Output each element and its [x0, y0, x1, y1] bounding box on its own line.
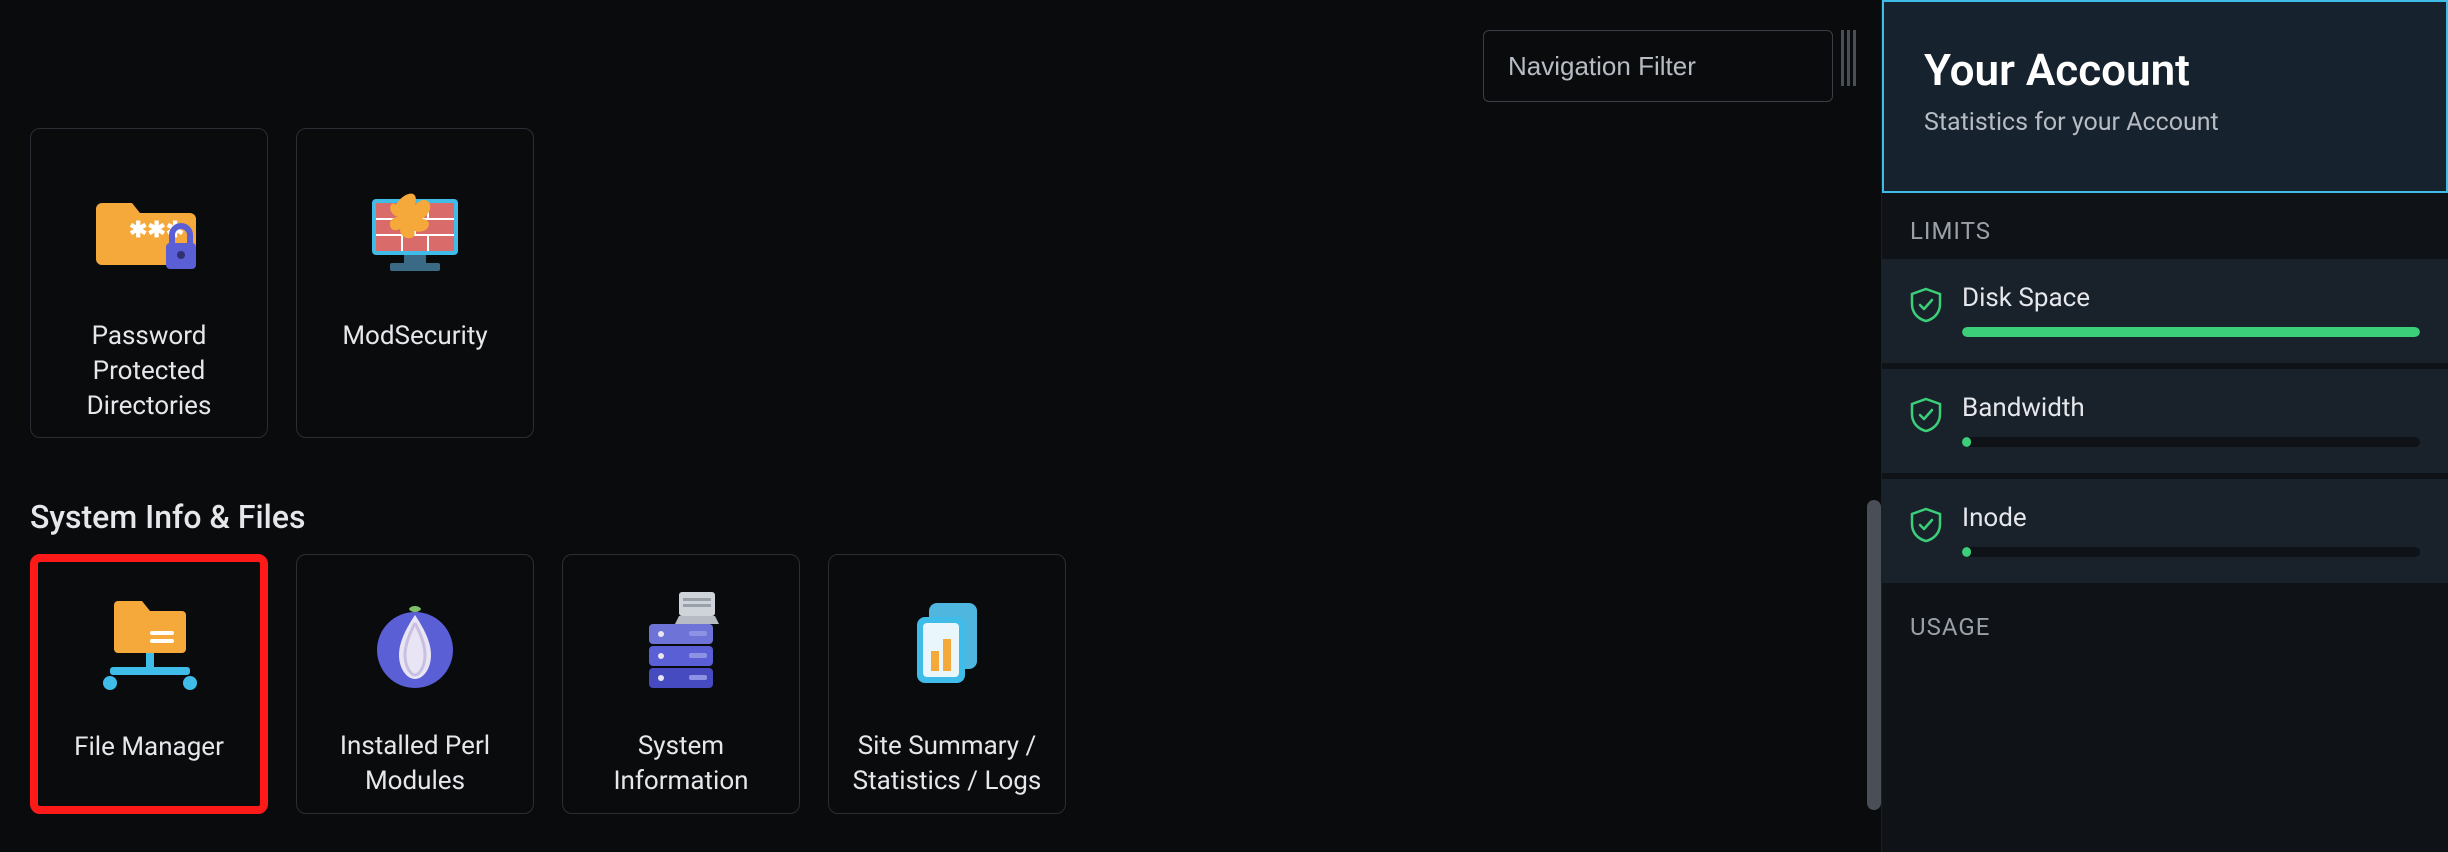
section-title-system-info: System Info & Files: [30, 498, 1851, 536]
limit-name: Disk Space: [1962, 283, 2420, 313]
tile-system-information[interactable]: System Information: [562, 554, 800, 814]
progress-track: [1962, 437, 2420, 447]
onion-icon: [355, 585, 475, 705]
security-tiles-row: ✱✱✱ Password Protected Directories: [30, 128, 1851, 438]
tile-password-protected-directories[interactable]: ✱✱✱ Password Protected Directories: [30, 128, 268, 438]
limit-bandwidth[interactable]: Bandwidth: [1882, 369, 2448, 473]
tile-label: Site Summary / Statistics / Logs: [843, 729, 1052, 799]
limit-name: Inode: [1962, 503, 2420, 533]
usage-label: USAGE: [1882, 589, 2448, 655]
shield-check-icon: [1910, 507, 1942, 543]
tile-label: Password Protected Directories: [77, 319, 222, 424]
progress-track: [1962, 327, 2420, 337]
tile-site-summary[interactable]: Site Summary / Statistics / Logs: [828, 554, 1066, 814]
tile-modsecurity[interactable]: ModSecurity: [296, 128, 534, 438]
shield-check-icon: [1910, 287, 1942, 323]
limit-inode[interactable]: Inode: [1882, 479, 2448, 583]
progress-fill: [1962, 327, 2420, 337]
resize-handle[interactable]: [1841, 30, 1861, 86]
account-banner: Your Account Statistics for your Account: [1882, 0, 2448, 193]
scrollbar-thumb[interactable]: [1867, 500, 1881, 810]
main-scrollbar[interactable]: [1867, 120, 1881, 822]
tile-file-manager[interactable]: File Manager: [30, 554, 268, 814]
firewall-monitor-icon: [355, 175, 475, 295]
tile-label: ModSecurity: [332, 319, 497, 354]
navigation-filter-input[interactable]: [1483, 30, 1833, 102]
progress-fill: [1962, 547, 1971, 557]
limits-label: LIMITS: [1882, 193, 2448, 259]
tile-label: System Information: [603, 729, 758, 799]
tile-label: Installed Perl Modules: [330, 729, 500, 799]
limit-disk-space[interactable]: Disk Space: [1882, 259, 2448, 363]
account-sidebar: Your Account Statistics for your Account…: [1881, 0, 2448, 852]
shield-check-icon: [1910, 397, 1942, 433]
limit-name: Bandwidth: [1962, 393, 2420, 423]
server-rack-icon: [621, 585, 741, 705]
stats-document-icon: [887, 585, 1007, 705]
progress-track: [1962, 547, 2420, 557]
main-content: ✱✱✱ Password Protected Directories: [0, 0, 1881, 852]
nav-filter-wrap: [1483, 30, 1861, 102]
account-subtitle: Statistics for your Account: [1924, 108, 2406, 137]
progress-fill: [1962, 437, 1971, 447]
locked-folder-icon: ✱✱✱: [89, 175, 209, 295]
account-title: Your Account: [1924, 44, 2406, 96]
tile-label: File Manager: [64, 730, 234, 765]
tile-installed-perl-modules[interactable]: Installed Perl Modules: [296, 554, 534, 814]
system-tiles-row: File Manager Installed Perl Modules: [30, 554, 1851, 814]
network-folder-icon: [89, 586, 209, 706]
